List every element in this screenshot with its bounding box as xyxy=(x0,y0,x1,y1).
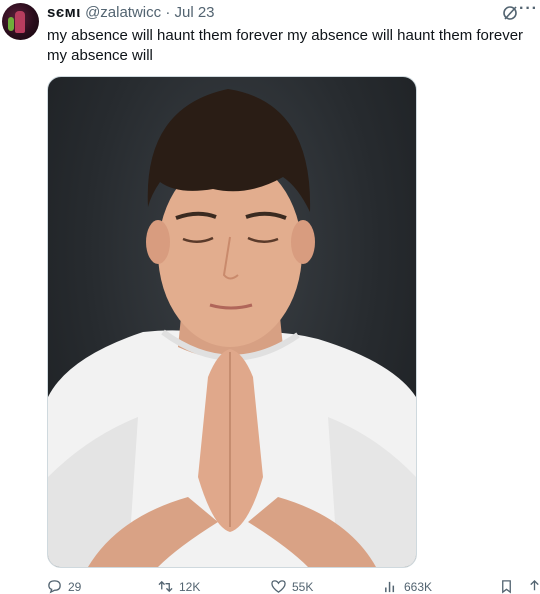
share-button[interactable] xyxy=(527,579,540,594)
bookmark-icon xyxy=(502,580,511,594)
praying-boy-photo xyxy=(48,89,416,567)
avatar-figure xyxy=(15,11,25,33)
display-name[interactable]: ѕємι xyxy=(47,4,81,21)
reply-button[interactable]: 29 xyxy=(47,579,81,594)
grok-icon[interactable] xyxy=(502,5,518,21)
avatar-figure-left xyxy=(8,17,14,31)
like-button[interactable]: 55K xyxy=(271,579,313,594)
handle[interactable]: @zalatwicc xyxy=(85,4,161,21)
views-count: 663K xyxy=(404,579,433,594)
tweet-date[interactable]: Jul 23 xyxy=(174,4,214,21)
heart-icon xyxy=(271,580,286,593)
tweet-photo[interactable] xyxy=(47,76,417,568)
like-count: 55K xyxy=(292,579,314,594)
retweet-count: 12K xyxy=(179,579,201,594)
tweet-header: ѕємι @zalatwicc · Jul 23 xyxy=(47,4,540,24)
retweet-button[interactable]: 12K xyxy=(158,579,200,594)
bookmark-button[interactable] xyxy=(499,579,514,594)
retweet-icon xyxy=(158,580,173,593)
views-button[interactable]: 663K xyxy=(383,579,432,594)
reply-icon xyxy=(48,580,61,594)
more-options-icon[interactable]: ··· xyxy=(519,0,538,18)
separator: · xyxy=(165,4,171,21)
share-icon xyxy=(530,579,539,591)
tweet-text: my absence will haunt them forever my ab… xyxy=(47,27,524,64)
avatar[interactable] xyxy=(2,3,39,40)
reply-count: 29 xyxy=(68,579,82,594)
views-icon xyxy=(385,581,395,593)
